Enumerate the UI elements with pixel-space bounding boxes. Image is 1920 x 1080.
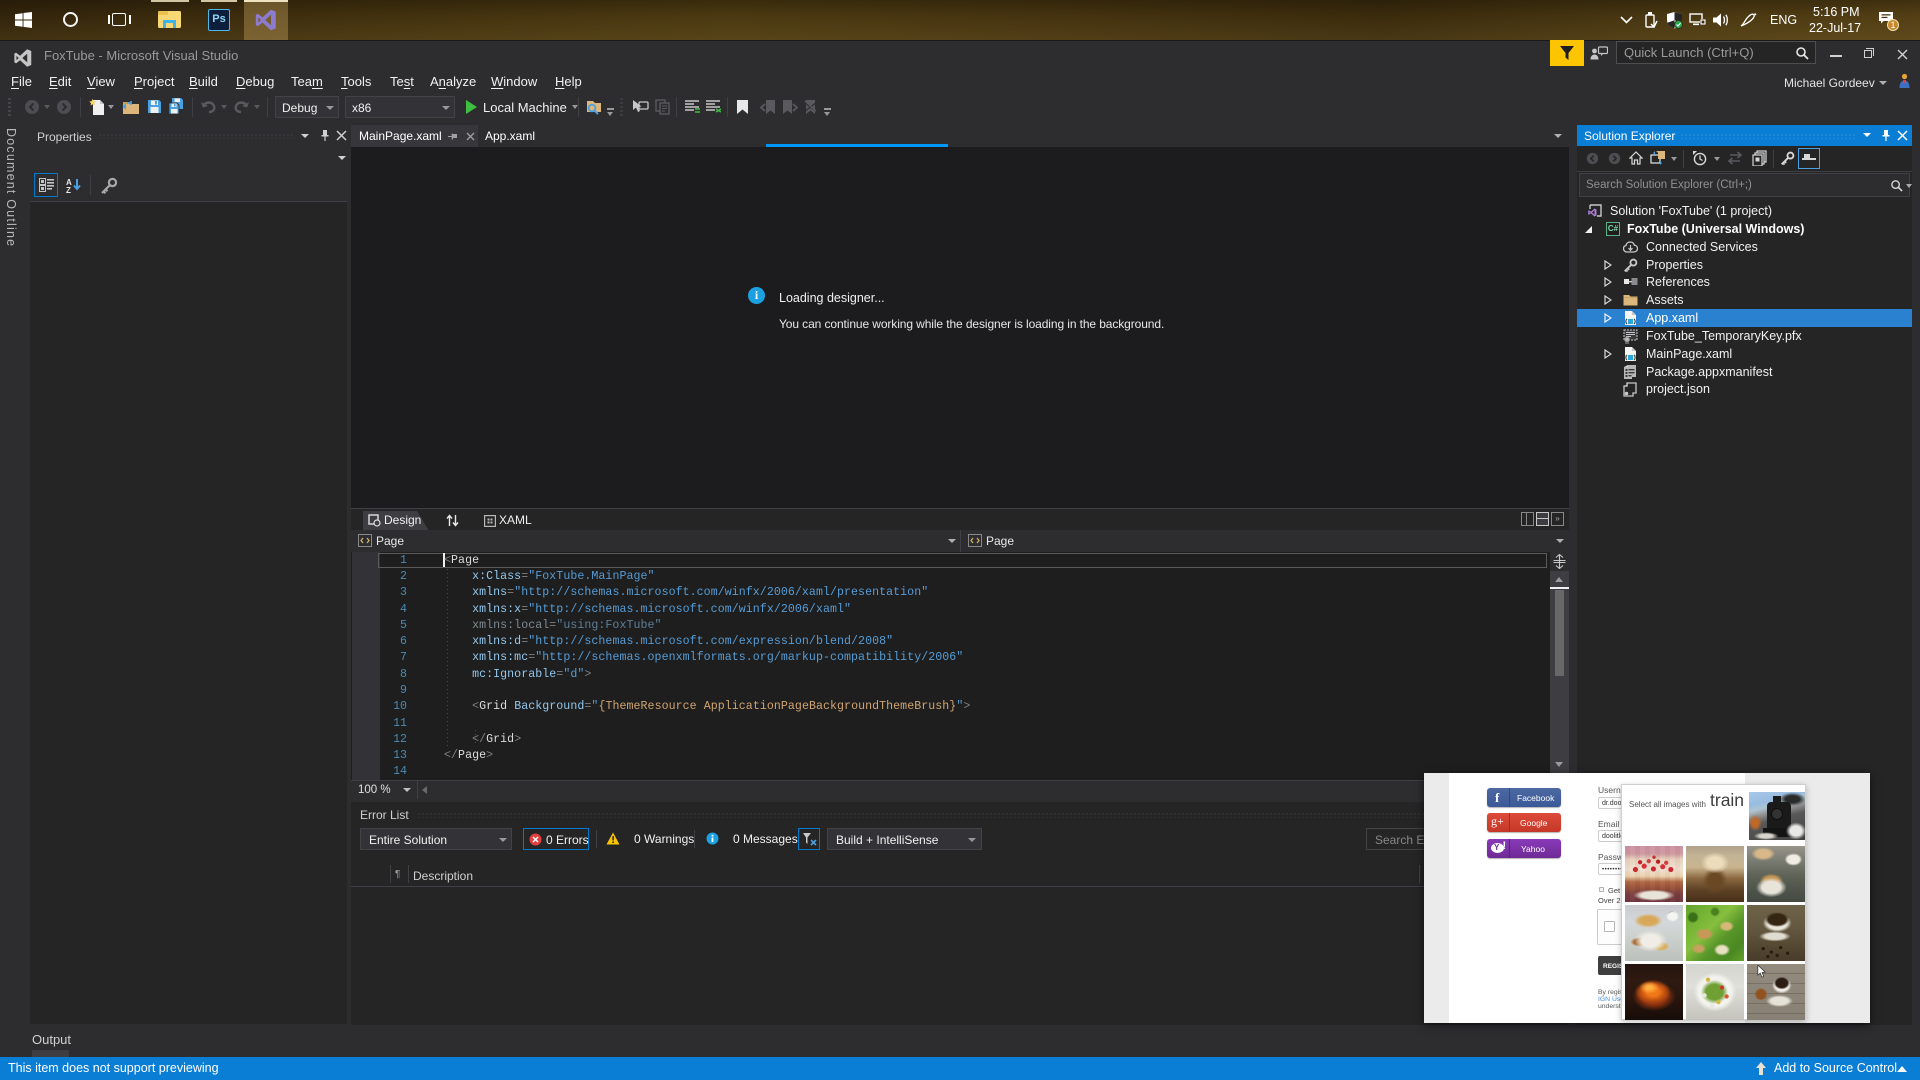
svg-text:Z: Z [66,186,71,193]
